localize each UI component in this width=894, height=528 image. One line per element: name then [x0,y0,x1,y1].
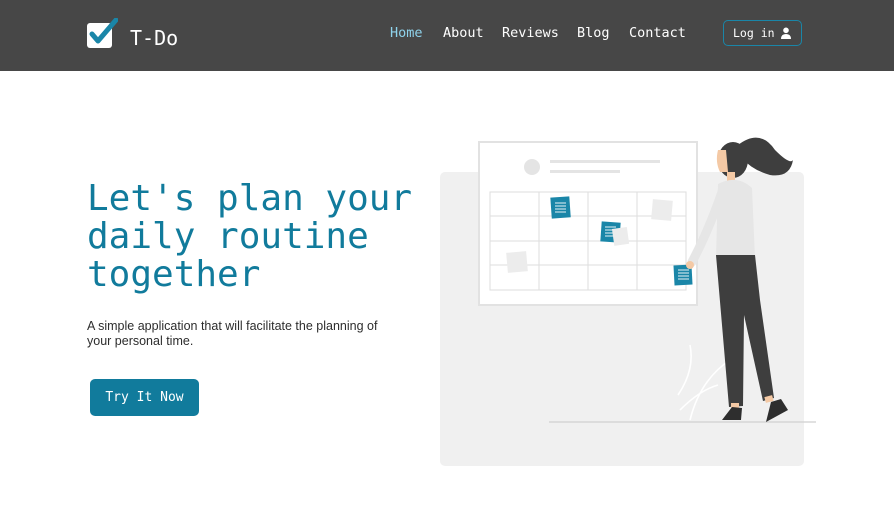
nav-reviews[interactable]: Reviews [502,25,559,41]
nav-blog[interactable]: Blog [577,25,610,41]
nav-about[interactable]: About [443,25,484,41]
login-button[interactable]: Log in [723,20,802,46]
check-square-icon[interactable] [86,18,118,50]
nav-home[interactable]: Home [390,25,423,41]
login-label: Log in [733,26,775,40]
hero-title: Let's plan your daily routine together [87,178,413,295]
try-it-now-button[interactable]: Try It Now [90,379,199,416]
navbar: T-Do Home About Reviews Blog Contact Log… [0,0,894,71]
woman-planning-calendar-illustration [440,137,816,466]
user-icon [781,27,791,39]
hero-subtitle: A simple application that will facilitat… [87,319,378,348]
nav-contact[interactable]: Contact [629,25,686,41]
brand-name[interactable]: T-Do [130,26,178,50]
